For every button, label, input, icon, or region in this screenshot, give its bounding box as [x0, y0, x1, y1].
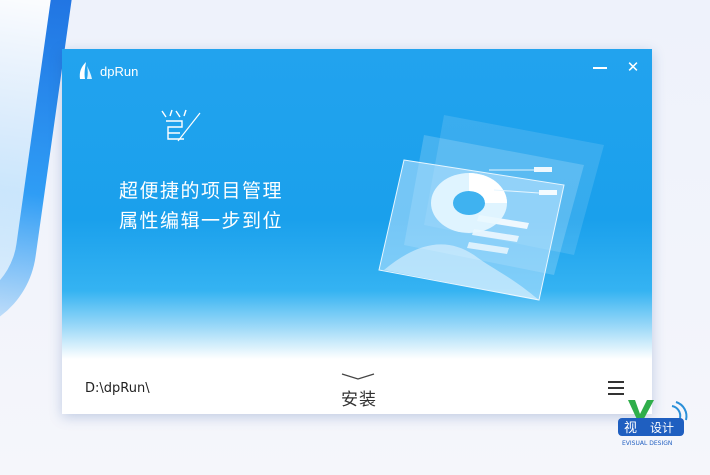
hero-banner: dpRun ✕ 超便捷的项目管理 属性编辑一步到位 [62, 49, 652, 359]
evisual-design-watermark: 视 设计 EVISUAL DESIGN [618, 400, 688, 447]
svg-text:设计: 设计 [650, 421, 674, 435]
chevron-down-icon [341, 373, 375, 380]
installer-window: dpRun ✕ 超便捷的项目管理 属性编辑一步到位 D:\dpRun\ 安装 [62, 49, 652, 414]
install-button[interactable]: 安装 [328, 373, 390, 411]
manage-character-icon [161, 109, 201, 142]
minimize-button[interactable] [590, 57, 610, 77]
svg-text:EVISUAL DESIGN: EVISUAL DESIGN [622, 440, 672, 447]
dprun-logo-icon [79, 62, 92, 79]
app-title: dpRun [100, 64, 139, 79]
slogan-line-1: 超便捷的项目管理 [119, 180, 284, 202]
install-path[interactable]: D:\dpRun\ [85, 381, 150, 396]
svg-text:视: 视 [624, 421, 637, 436]
minimize-icon [593, 67, 607, 69]
project-panels-illustration [378, 115, 604, 301]
title-bar[interactable]: dpRun ✕ [62, 49, 652, 89]
menu-button[interactable] [608, 381, 624, 395]
install-label: 安装 [341, 390, 377, 410]
slogan-line-2: 属性编辑一步到位 [119, 210, 284, 232]
close-button[interactable]: ✕ [623, 57, 643, 77]
footer-bar: D:\dpRun\ 安装 [62, 359, 652, 414]
hamburger-icon [608, 381, 624, 383]
